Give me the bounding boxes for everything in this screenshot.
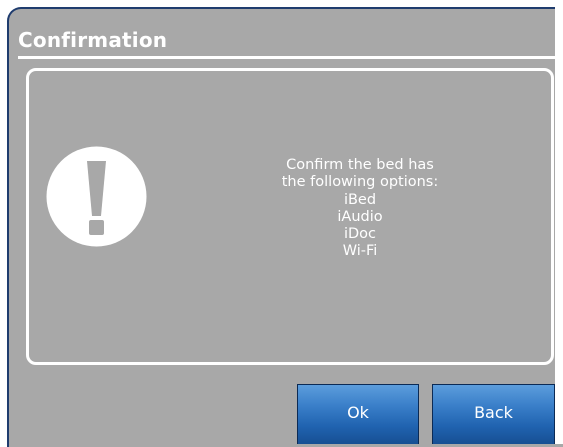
ok-button[interactable]: Ok (297, 384, 419, 444)
window-edge (555, 0, 563, 444)
option-wifi: Wi-Fi (342, 243, 378, 260)
option-iaudio: iAudio (337, 208, 383, 225)
back-button-label: Back (474, 403, 513, 422)
ok-button-label: Ok (347, 403, 369, 422)
exclamation-circle-icon (46, 146, 147, 247)
confirmation-message: Confirm the bed has the following option… (230, 157, 490, 261)
option-ibed: iBed (343, 191, 377, 208)
dialog-title: Confirmation (18, 28, 168, 52)
option-idoc: iDoc (343, 226, 377, 243)
message-line: Confirm the bed has (286, 157, 434, 173)
message-line: the following options: (281, 174, 439, 191)
back-button[interactable]: Back (432, 384, 555, 444)
title-divider (18, 56, 555, 59)
